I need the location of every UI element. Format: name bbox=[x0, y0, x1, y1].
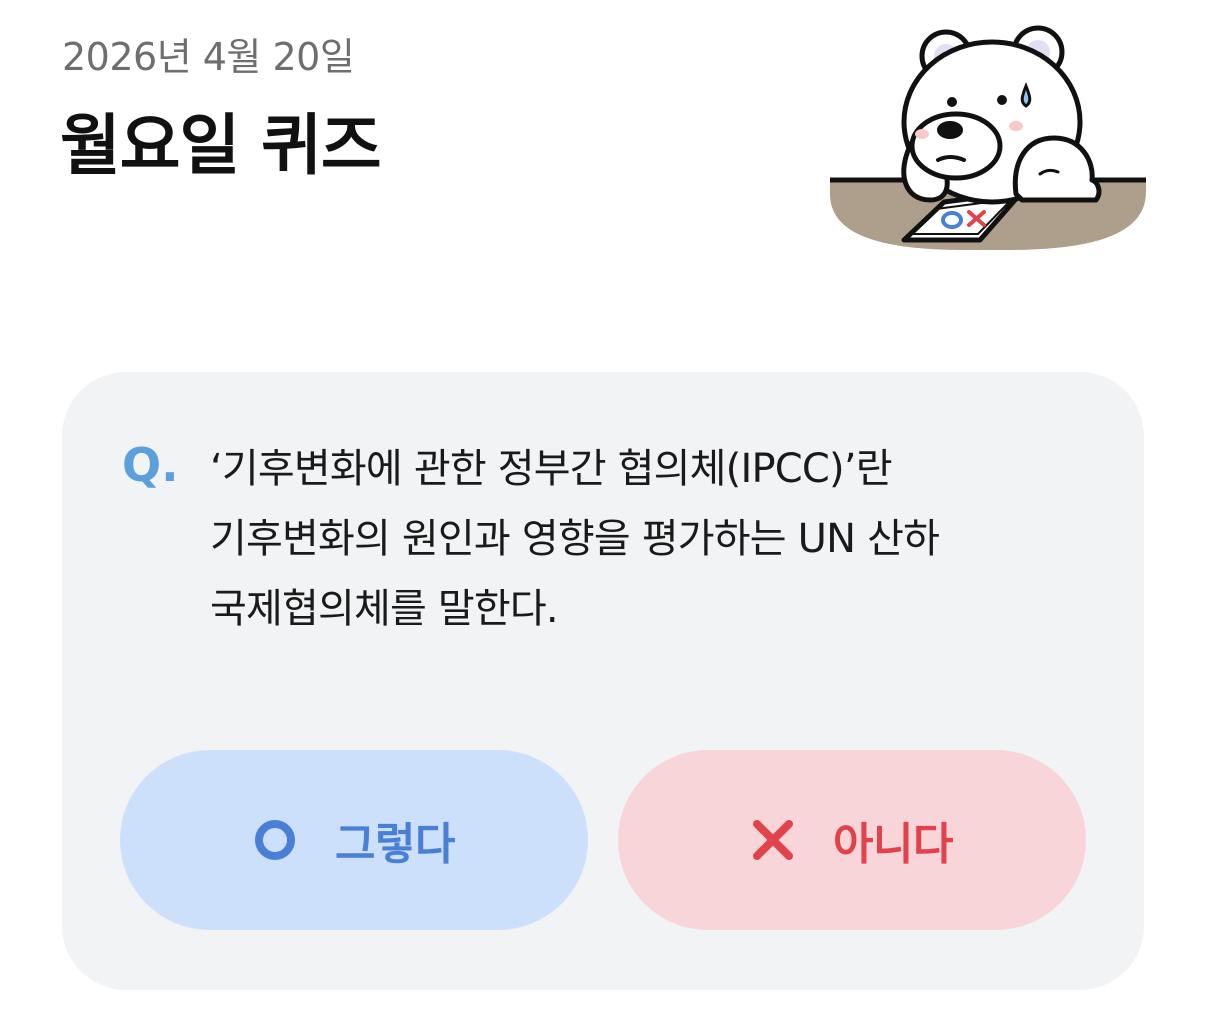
question-text: ‘기후변화에 관한 정부간 협의체(IPCC)’란 기후변화의 원인과 영향을 … bbox=[210, 434, 1090, 644]
answer-yes-button[interactable]: 그렇다 bbox=[120, 750, 588, 930]
question-marker: Q. bbox=[122, 438, 179, 492]
quiz-card: Q. ‘기후변화에 관한 정부간 협의체(IPCC)’란 기후변화의 원인과 영… bbox=[62, 372, 1144, 990]
answer-no-label: 아니다 bbox=[833, 819, 953, 870]
answer-no-button[interactable]: 아니다 bbox=[618, 750, 1086, 930]
answer-yes-label: 그렇다 bbox=[335, 819, 455, 870]
question-line: ‘기후변화에 관한 정부간 협의체(IPCC)’란 bbox=[210, 446, 893, 492]
circle-o-icon bbox=[253, 818, 297, 862]
page-title: 월요일 퀴즈 bbox=[60, 107, 382, 184]
x-mark-icon bbox=[751, 818, 795, 862]
date-label: 2026년 4월 20일 bbox=[62, 35, 355, 79]
polar-bear-mascot-icon bbox=[826, 22, 1150, 254]
question-line: 국제협의체를 말한다. bbox=[210, 586, 559, 632]
question-line: 기후변화의 원인과 영향을 평가하는 UN 산하 bbox=[210, 516, 940, 562]
